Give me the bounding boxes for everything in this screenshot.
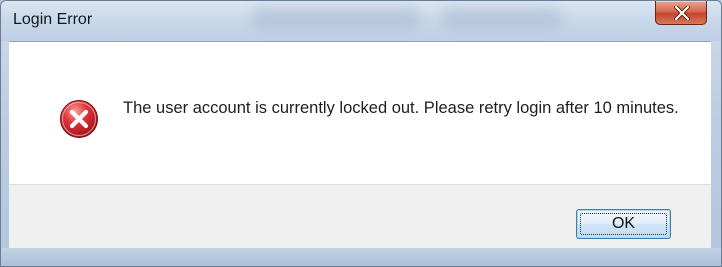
login-error-dialog: Login Error The user account is currentl…: [0, 0, 722, 267]
error-icon: [60, 100, 98, 138]
ok-button-label: OK: [611, 215, 636, 232]
error-message: The user account is currently locked out…: [123, 99, 679, 117]
button-bar: OK: [9, 184, 711, 248]
titlebar-blur: [441, 7, 561, 29]
close-icon: [674, 6, 690, 20]
ok-button[interactable]: OK: [576, 209, 671, 239]
dialog-title: Login Error: [13, 11, 93, 28]
close-button[interactable]: [655, 1, 707, 25]
titlebar-blur: [251, 7, 421, 29]
message-area: The user account is currently locked out…: [9, 41, 711, 184]
window-bottom-border: [1, 248, 721, 266]
title-bar[interactable]: Login Error: [1, 1, 721, 41]
